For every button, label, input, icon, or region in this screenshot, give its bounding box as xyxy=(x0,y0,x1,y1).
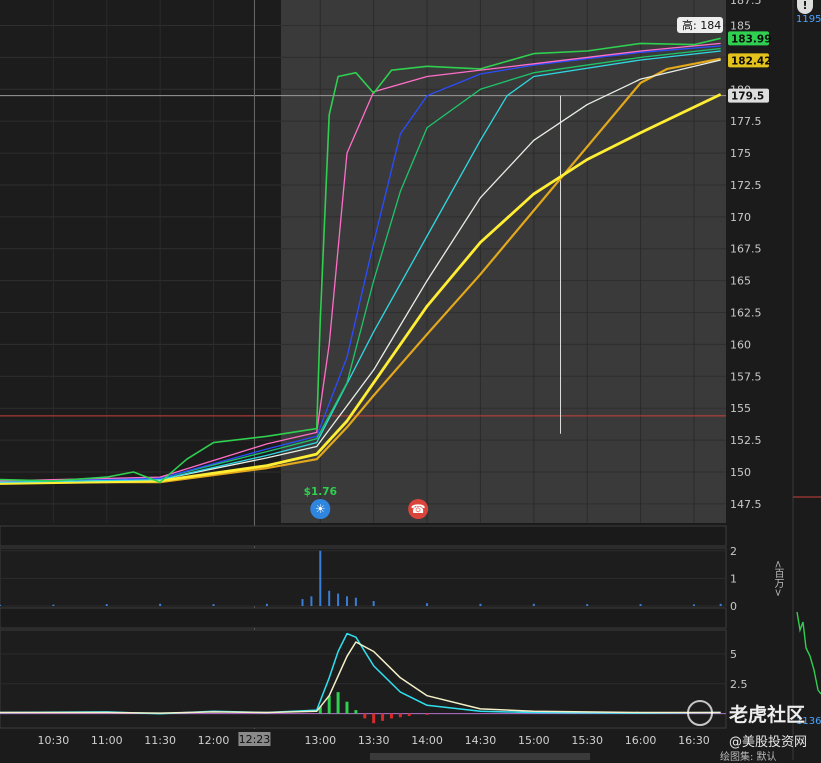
volume-bar xyxy=(345,596,348,606)
last-price-tag: 183.99 xyxy=(728,31,772,45)
drawing-set-label[interactable]: 绘图集: 默认 xyxy=(720,748,777,763)
volume-bar xyxy=(426,603,429,606)
watermark-text: 老虎社区 xyxy=(728,704,805,726)
volume-bar xyxy=(692,604,695,606)
moving-average-tag-text: 182.42 xyxy=(731,55,772,67)
x-tick-label: 15:30 xyxy=(571,734,603,747)
volume-unit-label: <百万> xyxy=(772,560,783,597)
volume-bar xyxy=(301,599,304,606)
last-price-tag-text: 183.99 xyxy=(731,33,772,45)
volume-panel xyxy=(0,547,727,607)
phone-glyph-icon: ☎ xyxy=(411,502,426,516)
price-y-tick: 177.5 xyxy=(730,115,762,128)
x-tick-label: 12:00 xyxy=(198,734,230,747)
x-tick-label: 16:00 xyxy=(625,734,657,747)
volume-bar xyxy=(0,604,1,606)
volume-bar xyxy=(372,601,375,606)
histogram-bar xyxy=(354,710,358,714)
x-tick-label: 14:00 xyxy=(411,734,443,747)
time-cursor-label: 12:23 xyxy=(238,732,271,746)
volume-bar xyxy=(52,604,55,606)
price-y-tick: 185 xyxy=(730,20,751,33)
price-y-tick: 170 xyxy=(730,211,751,224)
histogram-bar xyxy=(327,695,331,714)
price-y-axis: 185182.5180177.5175172.5170167.5165162.5… xyxy=(730,0,762,511)
moving-average-tag: 182.42 xyxy=(728,53,772,68)
volume-bar xyxy=(337,593,340,606)
histogram-bar xyxy=(398,713,402,718)
x-tick-label: 11:30 xyxy=(144,734,176,747)
price-y-tick: 160 xyxy=(730,338,751,351)
x-tick-label: 13:00 xyxy=(304,734,336,747)
price-y-tick: 152.5 xyxy=(730,434,762,447)
price-y-tick: 147.5 xyxy=(730,498,762,511)
histogram-bar xyxy=(407,713,411,717)
x-tick-label: 10:30 xyxy=(38,734,70,747)
price-y-tick: 150 xyxy=(730,466,751,479)
histogram-bar xyxy=(425,713,429,715)
x-tick-label: 14:30 xyxy=(465,734,497,747)
indicator-panel-header xyxy=(0,607,727,629)
volume-bar xyxy=(639,604,642,606)
price-y-tick: 165 xyxy=(730,275,751,288)
price-y-tick: 155 xyxy=(730,402,751,415)
volume-bar xyxy=(265,603,268,606)
histogram-bar xyxy=(389,713,393,719)
price-y-tick: 162.5 xyxy=(730,307,762,320)
indicator-y-axis: 52.5 xyxy=(730,648,748,691)
volume-y-axis: 2 1 0 xyxy=(730,545,737,613)
right-panel-top-value: 1195 xyxy=(796,14,821,25)
x-tick-label: 11:00 xyxy=(91,734,123,747)
volume-bar xyxy=(212,604,215,606)
x-tick-label: 13:30 xyxy=(358,734,390,747)
x-tick-label: 15:00 xyxy=(518,734,550,747)
x-tick-label: 16:30 xyxy=(678,734,710,747)
indicator-y-tick: 2.5 xyxy=(730,678,748,691)
price-y-tick: 175 xyxy=(730,147,751,160)
volume-bar xyxy=(586,604,589,606)
crosshair-price-tag: 179.5 xyxy=(728,88,769,103)
histogram-bar xyxy=(381,713,385,721)
high-label-text: 高: 184 xyxy=(682,18,721,32)
volume-bar xyxy=(328,590,331,606)
earnings-call-event-icon[interactable]: ☎ xyxy=(408,499,429,519)
time-cursor-text: 12:23 xyxy=(239,733,271,746)
dividend-label: $1.76 xyxy=(304,486,337,498)
volume-bar xyxy=(354,597,357,606)
watermark-logo-icon xyxy=(687,700,713,726)
price-y-tick: 167.5 xyxy=(730,243,762,256)
histogram-bar xyxy=(336,692,340,714)
volume-y-tick: 1 xyxy=(730,572,737,585)
histogram-bar xyxy=(363,713,367,719)
volume-bar xyxy=(532,603,535,606)
price-y-tick: 157.5 xyxy=(730,370,762,383)
price-y-tick: 172.5 xyxy=(730,179,762,192)
extended-hours-region xyxy=(281,0,726,523)
indicator-y-tick: 5 xyxy=(730,648,737,661)
high-label: 高: 184 xyxy=(677,17,723,33)
volume-bar xyxy=(159,603,162,606)
volume-bar xyxy=(479,603,482,606)
histogram-bar xyxy=(372,713,376,724)
right-panel-mini-series xyxy=(796,611,821,695)
chart-canvas[interactable]: 185182.5180177.5175172.5170167.5165162.5… xyxy=(0,0,821,760)
volume-y-tick: 2 xyxy=(730,545,737,558)
volume-panel-header xyxy=(0,525,727,547)
volume-bar xyxy=(105,604,108,606)
histogram-bar xyxy=(345,701,349,714)
horizontal-scrollbar[interactable] xyxy=(370,753,590,760)
lightbulb-icon: ☀ xyxy=(315,502,326,516)
crosshair-price-tag-text: 179.5 xyxy=(731,91,764,103)
volume-bar xyxy=(319,550,322,606)
volume-bar xyxy=(719,603,722,606)
volume-bar xyxy=(310,596,313,606)
price-y-tick-top: 187.5 xyxy=(730,0,762,7)
volume-y-tick: 0 xyxy=(730,600,737,613)
